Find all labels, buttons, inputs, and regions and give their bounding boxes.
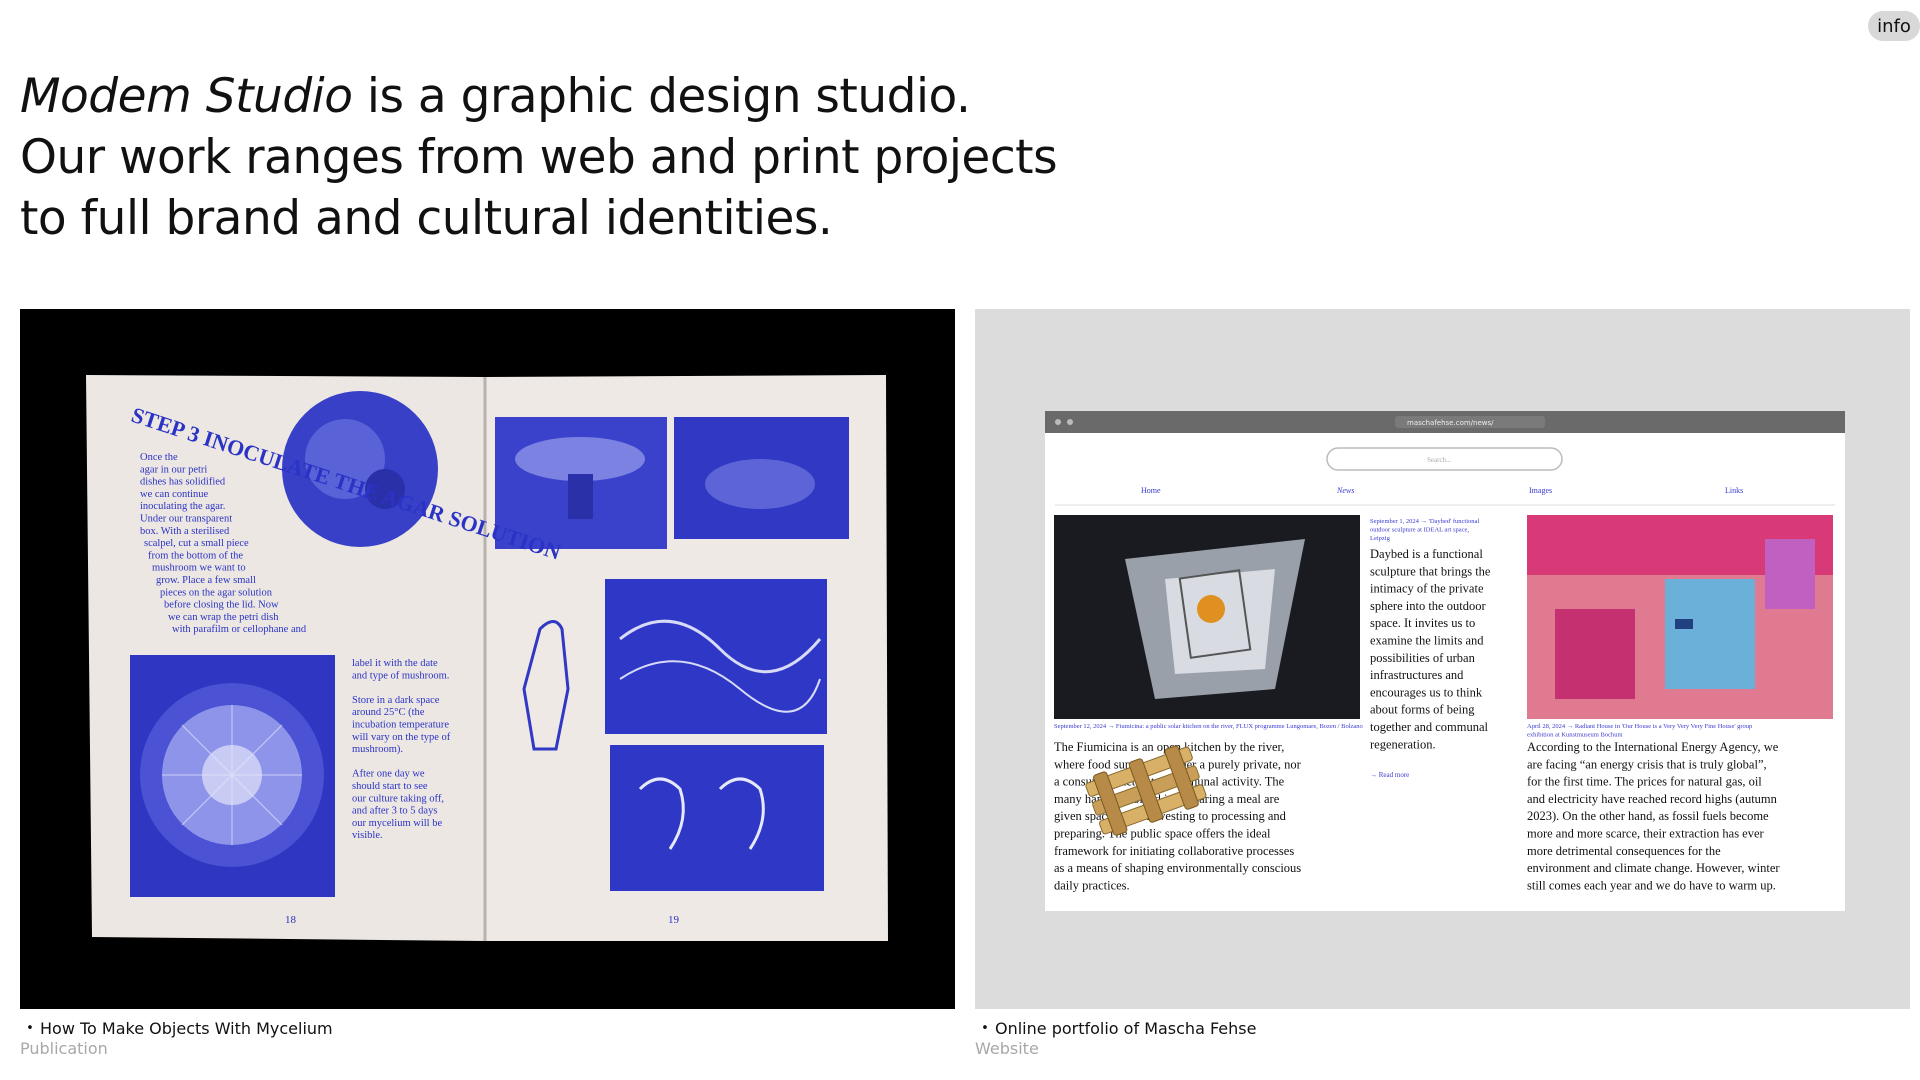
intro-statement: Modem Studio is a graphic design studio.…	[20, 66, 1200, 249]
site-col1-meta: September 12, 2024 → Fiumicina: a public…	[1054, 723, 1363, 730]
site-col2-line: infrastructures and	[1370, 668, 1464, 682]
publication-body-line: and type of mushroom.	[352, 670, 449, 681]
publication-body-line: around 25°C (the	[352, 707, 425, 718]
site-col2-line: sculpture that brings the	[1370, 564, 1491, 578]
site-col3-line: for the first time. The prices for natur…	[1527, 775, 1762, 789]
site-read-more-link: → Read more	[1370, 771, 1409, 779]
project-caption-mascha-fehse: • Online portfolio of Mascha Fehse Websit…	[975, 1019, 1910, 1059]
publication-spread-image: STEP 3 INOCULATE THE AGAR SOLUTION Once …	[20, 309, 955, 1009]
page-number-right: 19	[668, 914, 680, 926]
publication-body-line: and after 3 to 5 days	[352, 806, 437, 817]
site-col1-line: framework for initiating collaborative p…	[1054, 844, 1294, 858]
site-col3-line: more detrimental consequences for the	[1527, 844, 1721, 858]
publication-body-line: Store in a dark space	[352, 695, 440, 706]
site-col2-line: space. It invites us to	[1370, 616, 1475, 630]
site-col3-line: According to the International Energy Ag…	[1527, 740, 1779, 754]
publication-body-line: Once the	[140, 452, 178, 463]
publication-body-line: mushroom).	[352, 744, 403, 755]
site-col3-line: 2023). On the other hand, as fossil fuel…	[1527, 809, 1769, 823]
site-col3-line: are facing “an energy crisis that is tru…	[1527, 757, 1767, 771]
info-button[interactable]: info	[1868, 11, 1920, 41]
publication-body-line: label it with the date	[352, 658, 438, 669]
site-col2-meta-line: Leipzig	[1370, 535, 1391, 542]
site-search-placeholder: Search...	[1427, 456, 1452, 464]
publication-body-line: pieces on the agar solution	[160, 587, 273, 598]
publication-body-line: inoculating the agar.	[140, 501, 225, 512]
project-caption-mycelium: • How To Make Objects With Mycelium Publi…	[20, 1019, 955, 1059]
site-nav-news: News	[1336, 486, 1354, 495]
intro-line-3: to full brand and cultural identities.	[20, 191, 833, 246]
site-col2-line: sphere into the outdoor	[1370, 599, 1486, 613]
publication-body-line: mushroom we want to	[152, 563, 246, 574]
publication-body-line: our culture taking off,	[352, 793, 444, 804]
publication-body-line: Under our transparent	[140, 514, 232, 525]
publication-body-line: will vary on the type of	[352, 732, 451, 743]
site-col3-line: still comes each year and we do have to …	[1527, 878, 1776, 892]
site-col3-meta-line: exhibition at Kunstmuseum Bochum	[1527, 732, 1623, 739]
publication-body-line: visible.	[352, 830, 383, 841]
publication-body-line: with parafilm or cellophane and	[172, 624, 307, 635]
site-col1-line: preparing. The public space offers the i…	[1054, 827, 1271, 841]
project-thumbnail-mycelium[interactable]: STEP 3 INOCULATE THE AGAR SOLUTION Once …	[20, 309, 955, 1009]
site-col1-line: given space from harvesting to processin…	[1054, 809, 1287, 823]
page-number-left: 18	[285, 914, 297, 926]
site-col3-line: more and more scarce, their extraction h…	[1527, 827, 1765, 841]
project-title[interactable]: Online portfolio of Mascha Fehse	[995, 1019, 1256, 1039]
publication-body-line: should start to see	[352, 781, 428, 792]
bullet-icon: •	[26, 1021, 34, 1036]
site-col2-line: intimacy of the private	[1370, 582, 1484, 596]
publication-body-line: we can wrap the petri dish	[168, 612, 279, 623]
studio-name: Modem Studio	[20, 69, 353, 124]
publication-body-line: box. With a sterilised	[140, 526, 230, 537]
site-nav-images: Images	[1529, 486, 1552, 495]
site-col2-meta-line: outdoor sculpture at IDEAL art space,	[1370, 527, 1469, 534]
site-col3-line: environment and climate change. However,…	[1527, 861, 1780, 875]
site-col2-line: regeneration.	[1370, 737, 1436, 751]
publication-body-line: dishes has solidified	[140, 477, 226, 488]
site-col2-line: together and communal	[1370, 720, 1489, 734]
site-col2-line: about forms of being	[1370, 703, 1475, 717]
project-kind: Website	[975, 1039, 1039, 1058]
project-card-mascha-fehse[interactable]: maschafehse.com/news/ Search... Home New…	[975, 309, 1910, 1059]
publication-body-line: from the bottom of the	[148, 550, 243, 561]
publication-body-line: scalpel, cut a small piece	[144, 538, 249, 549]
site-col1-line: as a means of shaping environmentally co…	[1054, 861, 1301, 875]
site-nav-links: Links	[1725, 486, 1743, 495]
project-card-mycelium[interactable]: STEP 3 INOCULATE THE AGAR SOLUTION Once …	[20, 309, 955, 1059]
site-col2-line: possibilities of urban	[1370, 651, 1476, 665]
publication-body-line: before closing the lid. Now	[164, 600, 279, 611]
site-nav-home: Home	[1141, 486, 1161, 495]
publication-body-line: our mycelium will be	[352, 818, 442, 829]
site-col1-line: daily practices.	[1054, 878, 1130, 892]
publication-body-line: incubation temperature	[352, 720, 449, 731]
intro-line-1: Modem Studio is a graphic design studio.	[20, 66, 1200, 127]
website-screenshot-image: maschafehse.com/news/ Search... Home New…	[975, 309, 1910, 1009]
browser-url: maschafehse.com/news/	[1407, 419, 1494, 427]
site-col2-line: examine the limits and	[1370, 634, 1484, 648]
project-kind: Publication	[20, 1039, 108, 1058]
publication-body-line: agar in our petri	[140, 464, 207, 475]
intro-line-1-rest: is a graphic design studio.	[352, 69, 971, 124]
site-col2-meta-line: September 1, 2024 → 'Daybed' functional	[1370, 518, 1479, 525]
site-col2-line: encourages us to think	[1370, 685, 1483, 699]
project-thumbnail-mascha-fehse[interactable]: maschafehse.com/news/ Search... Home New…	[975, 309, 1910, 1009]
publication-body-line: grow. Place a few small	[156, 575, 256, 586]
bullet-icon: •	[981, 1021, 989, 1036]
publication-body-line: we can continue	[140, 489, 209, 500]
publication-body-line: After one day we	[352, 769, 425, 780]
site-col3-meta-line: April 28, 2024 → Radiant House in 'Our H…	[1527, 723, 1752, 730]
site-col2-line: Daybed is a functional	[1370, 547, 1483, 561]
site-col3-line: and electricity have reached record high…	[1527, 792, 1778, 806]
intro-line-2: Our work ranges from web and print proje…	[20, 130, 1058, 185]
project-title[interactable]: How To Make Objects With Mycelium	[40, 1019, 333, 1039]
